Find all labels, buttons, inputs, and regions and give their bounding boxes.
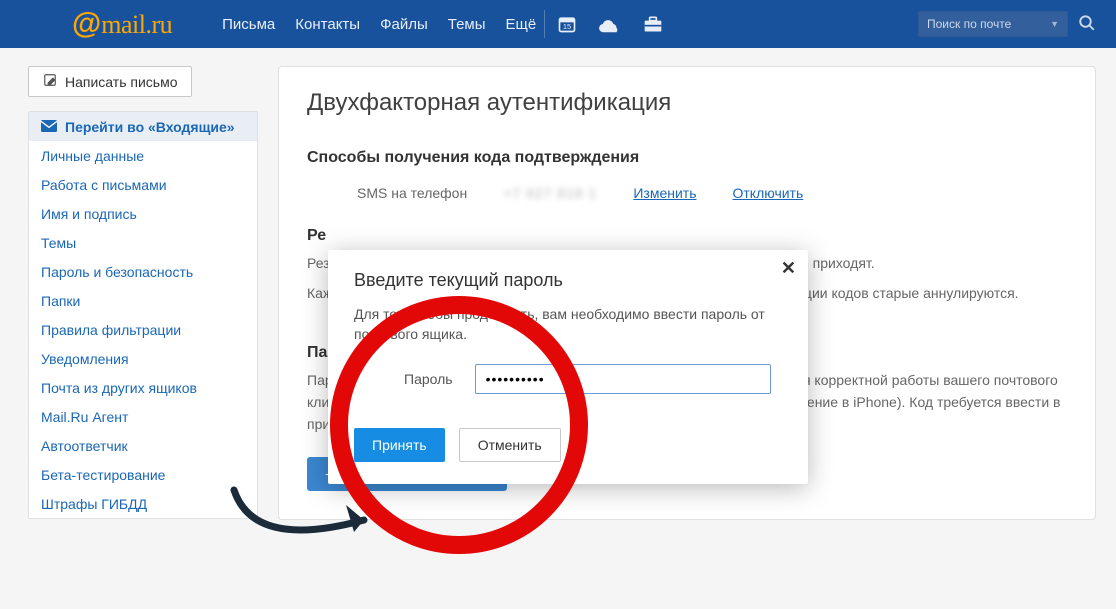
sidebar-item-security[interactable]: Пароль и безопасность: [29, 257, 257, 286]
cancel-button[interactable]: Отменить: [459, 428, 561, 462]
search-input[interactable]: Поиск по почте ▼: [918, 11, 1068, 37]
briefcase-icon[interactable]: [643, 15, 663, 33]
sidebar-item-themes[interactable]: Темы: [29, 228, 257, 257]
compose-label: Написать письмо: [65, 74, 177, 90]
sidebar-item-personal[interactable]: Личные данные: [29, 141, 257, 170]
caret-down-icon: ▼: [1050, 19, 1059, 29]
nav-more[interactable]: Ещё: [506, 16, 537, 33]
nav-files[interactable]: Файлы: [380, 16, 428, 33]
sidebar-menu: Перейти во «Входящие» Личные данные Рабо…: [28, 111, 258, 519]
topbar: @mail.ru Письма Контакты Файлы Темы Ещё …: [0, 0, 1116, 48]
close-icon[interactable]: ✕: [781, 258, 796, 279]
password-modal: ✕ Введите текущий пароль Для того чтобы …: [328, 250, 808, 484]
cloud-icon[interactable]: [599, 15, 621, 33]
page-title: Двухфакторная аутентификация: [307, 89, 1067, 117]
sidebar-item-beta[interactable]: Бета-тестирование: [29, 460, 257, 489]
nav-letters[interactable]: Письма: [222, 16, 275, 33]
sidebar-item-signature[interactable]: Имя и подпись: [29, 199, 257, 228]
compose-icon: [43, 73, 57, 90]
calendar-icon[interactable]: 15: [557, 14, 577, 34]
divider: [544, 10, 545, 38]
sms-section-title: Способы получения кода подтверждения: [307, 149, 1067, 167]
envelope-icon: [41, 119, 57, 135]
nav-contacts[interactable]: Контакты: [295, 16, 360, 33]
sms-label: SMS на телефон: [357, 185, 467, 201]
sidebar-item-folders[interactable]: Папки: [29, 286, 257, 315]
sidebar-item-label: Перейти во «Входящие»: [65, 119, 235, 135]
password-field-row: Пароль: [404, 364, 782, 394]
reserve-heading: Ре: [307, 227, 1067, 245]
search-icon[interactable]: [1078, 14, 1096, 35]
sidebar-item-letters[interactable]: Работа с письмами: [29, 170, 257, 199]
change-link[interactable]: Изменить: [633, 185, 696, 201]
disable-link[interactable]: Отключить: [733, 185, 804, 201]
search-placeholder: Поиск по почте: [927, 17, 1011, 31]
sidebar-item-fines[interactable]: Штрафы ГИБДД: [29, 489, 257, 518]
logo-text: mail.ru: [101, 10, 172, 40]
accept-button[interactable]: Принять: [354, 428, 445, 462]
svg-text:15: 15: [563, 22, 571, 31]
password-label: Пароль: [404, 371, 453, 387]
top-icons: 15: [557, 14, 663, 34]
nav-themes[interactable]: Темы: [448, 16, 486, 33]
sidebar-item-notifications[interactable]: Уведомления: [29, 344, 257, 373]
sidebar-item-external[interactable]: Почта из других ящиков: [29, 373, 257, 402]
top-nav: Письма Контакты Файлы Темы Ещё: [222, 16, 536, 33]
modal-title: Введите текущий пароль: [354, 270, 782, 291]
modal-desc: Для того чтобы продолжить, вам необходим…: [354, 305, 782, 344]
sms-row: SMS на телефон +7 927 818 1 Изменить Отк…: [307, 185, 1067, 201]
sidebar-item-agent[interactable]: Mail.Ru Агент: [29, 402, 257, 431]
compose-button[interactable]: Написать письмо: [28, 66, 192, 97]
sidebar-item-autoresponder[interactable]: Автоответчик: [29, 431, 257, 460]
sidebar-item-filters[interactable]: Правила фильтрации: [29, 315, 257, 344]
password-input[interactable]: [475, 364, 771, 394]
logo[interactable]: @mail.ru: [72, 7, 172, 41]
sms-number: +7 927 818 1: [503, 185, 597, 201]
at-icon: @: [72, 7, 101, 41]
search-wrap: Поиск по почте ▼: [918, 11, 1096, 37]
sidebar-item-inbox[interactable]: Перейти во «Входящие»: [29, 112, 257, 141]
